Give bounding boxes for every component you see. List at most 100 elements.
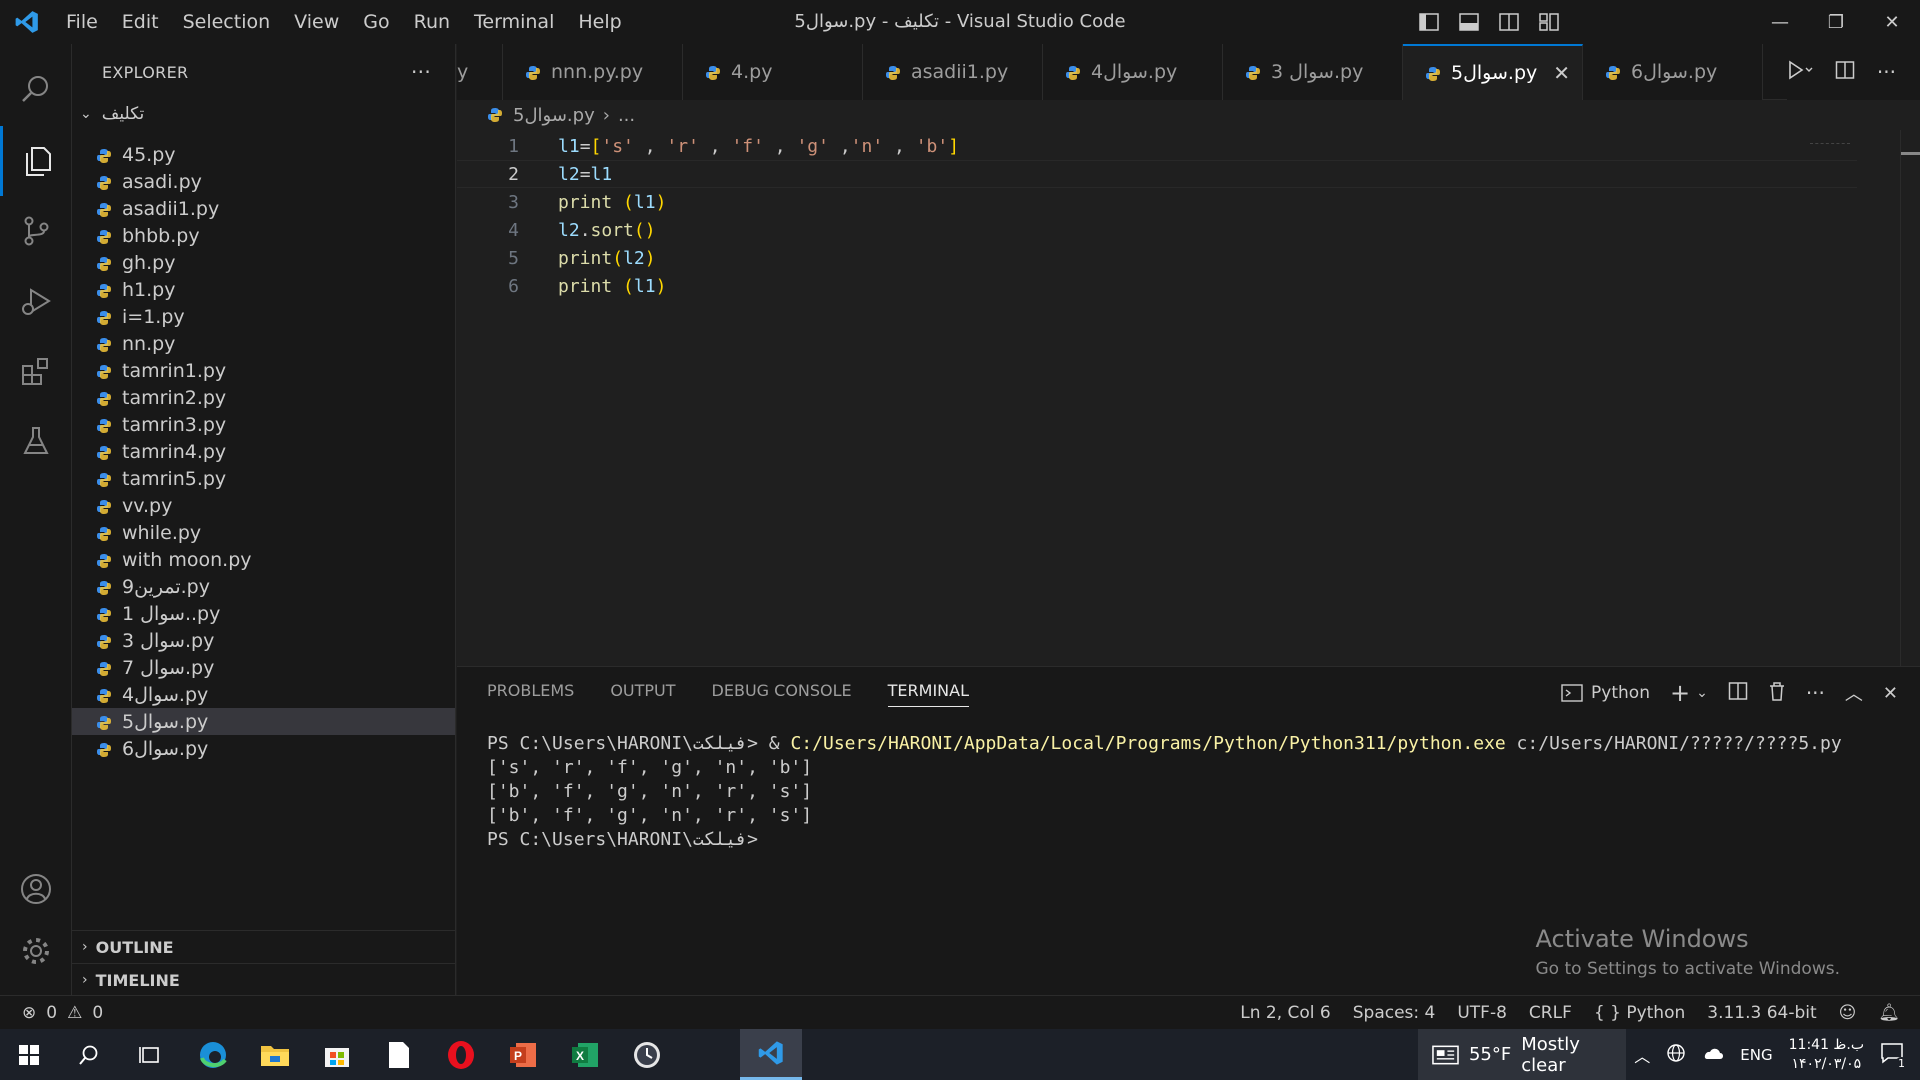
file-tree-item[interactable]: asadi.py (72, 168, 455, 195)
tab-asadii1[interactable]: asadii1.py (863, 44, 1043, 100)
settings-gear-icon[interactable] (0, 916, 72, 986)
tab-soal6[interactable]: 6سوال.py (1583, 44, 1763, 100)
chevron-down-icon[interactable]: ⌄ (1696, 685, 1708, 701)
opera-browser-icon[interactable] (432, 1029, 490, 1080)
tab-soal4[interactable]: 4سوال.py (1043, 44, 1223, 100)
extensions-icon[interactable] (0, 336, 72, 406)
file-tree-item[interactable]: 7 سوال.py (72, 654, 455, 681)
file-tree-item[interactable]: bhbb.py (72, 222, 455, 249)
minimize-icon[interactable]: — (1752, 0, 1808, 44)
file-tree-item[interactable]: 5سوال.py (72, 708, 455, 735)
clock-app-icon[interactable] (618, 1029, 676, 1080)
file-tree-item[interactable]: 1 سوال..py (72, 600, 455, 627)
timeline-section[interactable]: › TIMELINE (72, 963, 455, 996)
powerpoint-icon[interactable]: P (494, 1029, 552, 1080)
encoding[interactable]: UTF-8 (1457, 1003, 1507, 1023)
kill-terminal-icon[interactable] (1768, 681, 1786, 706)
new-terminal-icon[interactable]: + (1670, 679, 1690, 707)
close-panel-icon[interactable]: ✕ (1883, 683, 1898, 704)
file-tree-item[interactable]: 45.py (72, 141, 455, 168)
file-tree-item[interactable]: 6سوال.py (72, 735, 455, 762)
split-editor-icon[interactable] (1835, 60, 1855, 84)
breadcrumb-more[interactable]: ... (618, 105, 635, 126)
scrollbar[interactable] (1900, 130, 1920, 666)
notification-center-icon[interactable]: 1 (1880, 1042, 1908, 1070)
file-tree-item[interactable]: tamrin5.py (72, 465, 455, 492)
menu-file[interactable]: File (54, 0, 110, 44)
file-tree-item[interactable]: h1.py (72, 276, 455, 303)
tab-soal3[interactable]: 3 سوال.py (1223, 44, 1403, 100)
weather-widget[interactable]: 55°F Mostly clear (1418, 1029, 1626, 1080)
source-control-icon[interactable] (0, 196, 72, 266)
toggle-secondary-sidebar-icon[interactable] (1498, 11, 1520, 33)
search-icon[interactable] (0, 54, 72, 124)
more-editor-actions-icon[interactable]: ··· (1877, 60, 1896, 84)
excel-icon[interactable]: X (556, 1029, 614, 1080)
indentation[interactable]: Spaces: 4 (1353, 1003, 1436, 1023)
taskbar-search-icon[interactable] (60, 1029, 118, 1080)
close-window-icon[interactable]: ✕ (1864, 0, 1920, 44)
run-debug-icon[interactable] (0, 266, 72, 336)
menu-view[interactable]: View (282, 0, 351, 44)
more-panel-actions-icon[interactable]: ··· (1806, 681, 1825, 705)
vscode-taskbar-icon[interactable] (740, 1029, 802, 1080)
language-mode[interactable]: { } Python (1594, 1003, 1685, 1023)
more-actions-icon[interactable]: ··· (411, 60, 431, 84)
maximize-panel-icon[interactable]: ︿ (1845, 680, 1863, 706)
microsoft-store-icon[interactable] (308, 1029, 366, 1080)
feedback-icon[interactable]: ☺ (1839, 1003, 1857, 1023)
menu-run[interactable]: Run (402, 0, 462, 44)
edge-browser-icon[interactable] (184, 1029, 242, 1080)
code-editor[interactable]: 1 l1=['s' , 'r' , 'f' , 'g' ,'n' , 'b'] … (457, 130, 1920, 666)
explorer-icon[interactable] (0, 126, 72, 196)
workspace-folder[interactable]: ⌄ تکلیف (72, 100, 455, 128)
tab-debug-console[interactable]: DEBUG CONSOLE (712, 681, 852, 707)
terminal-shell-selector[interactable]: Python (1561, 683, 1650, 703)
windows-start-icon[interactable] (0, 1029, 58, 1080)
file-tree-item[interactable]: 3 سوال.py (72, 627, 455, 654)
file-tree-item[interactable]: tamrin4.py (72, 438, 455, 465)
outline-section[interactable]: › OUTLINE (72, 930, 455, 963)
file-explorer-icon[interactable] (246, 1029, 304, 1080)
file-tree-item[interactable]: asadii1.py (72, 195, 455, 222)
network-globe-icon[interactable] (1666, 1043, 1686, 1067)
run-file-icon[interactable] (1787, 60, 1813, 84)
menu-edit[interactable]: Edit (110, 0, 171, 44)
tab-nnn[interactable]: nnn.py.py (503, 44, 683, 100)
testing-icon[interactable] (0, 406, 72, 476)
file-tree-item-partial[interactable] (72, 130, 455, 141)
onedrive-cloud-icon[interactable] (1702, 1045, 1724, 1065)
tab-soal5[interactable]: 5سوال.py ✕ (1403, 44, 1583, 100)
customize-layout-icon[interactable] (1538, 11, 1560, 33)
tab-problems[interactable]: PROBLEMS (487, 681, 574, 707)
clock[interactable]: 11:41 ب.ظ ۱۴۰۲/۰۳/۰۵ (1789, 1036, 1864, 1074)
file-tree-item[interactable]: tamrin3.py (72, 411, 455, 438)
tab-partial[interactable]: y (457, 44, 503, 100)
restore-icon[interactable]: ❐ (1808, 0, 1864, 44)
toggle-panel-icon[interactable] (1458, 11, 1480, 33)
file-tree-item[interactable]: gh.py (72, 249, 455, 276)
accounts-icon[interactable] (0, 854, 72, 924)
file-tree-item[interactable]: 4سوال.py (72, 681, 455, 708)
task-view-icon[interactable] (120, 1029, 178, 1080)
file-tree-item[interactable]: vv.py (72, 492, 455, 519)
input-language[interactable]: ENG (1740, 1046, 1772, 1064)
file-tree-item[interactable]: nn.py (72, 330, 455, 357)
status-problems[interactable]: ⊗ 0 ⚠ 0 (22, 1003, 103, 1023)
close-tab-icon[interactable]: ✕ (1553, 61, 1570, 85)
end-of-line[interactable]: CRLF (1529, 1003, 1572, 1023)
menu-selection[interactable]: Selection (171, 0, 283, 44)
cursor-position[interactable]: Ln 2, Col 6 (1240, 1003, 1331, 1023)
python-interpreter[interactable]: 3.11.3 64-bit (1707, 1003, 1816, 1023)
tab-terminal[interactable]: TERMINAL (887, 681, 970, 707)
tab-output[interactable]: OUTPUT (610, 681, 675, 707)
minimap[interactable] (1810, 130, 1850, 144)
breadcrumb-file[interactable]: 5سوال.py (513, 105, 595, 126)
file-tree-item[interactable]: i=1.py (72, 303, 455, 330)
file-tree-item[interactable]: tamrin1.py (72, 357, 455, 384)
file-tree-item[interactable]: 9تمرین.py (72, 573, 455, 600)
toggle-primary-sidebar-icon[interactable] (1418, 11, 1440, 33)
notifications-bell-icon[interactable]: 🔔︎ (1878, 1003, 1900, 1023)
notepad-file-icon[interactable] (370, 1029, 428, 1080)
file-tree-item[interactable]: while.py (72, 519, 455, 546)
